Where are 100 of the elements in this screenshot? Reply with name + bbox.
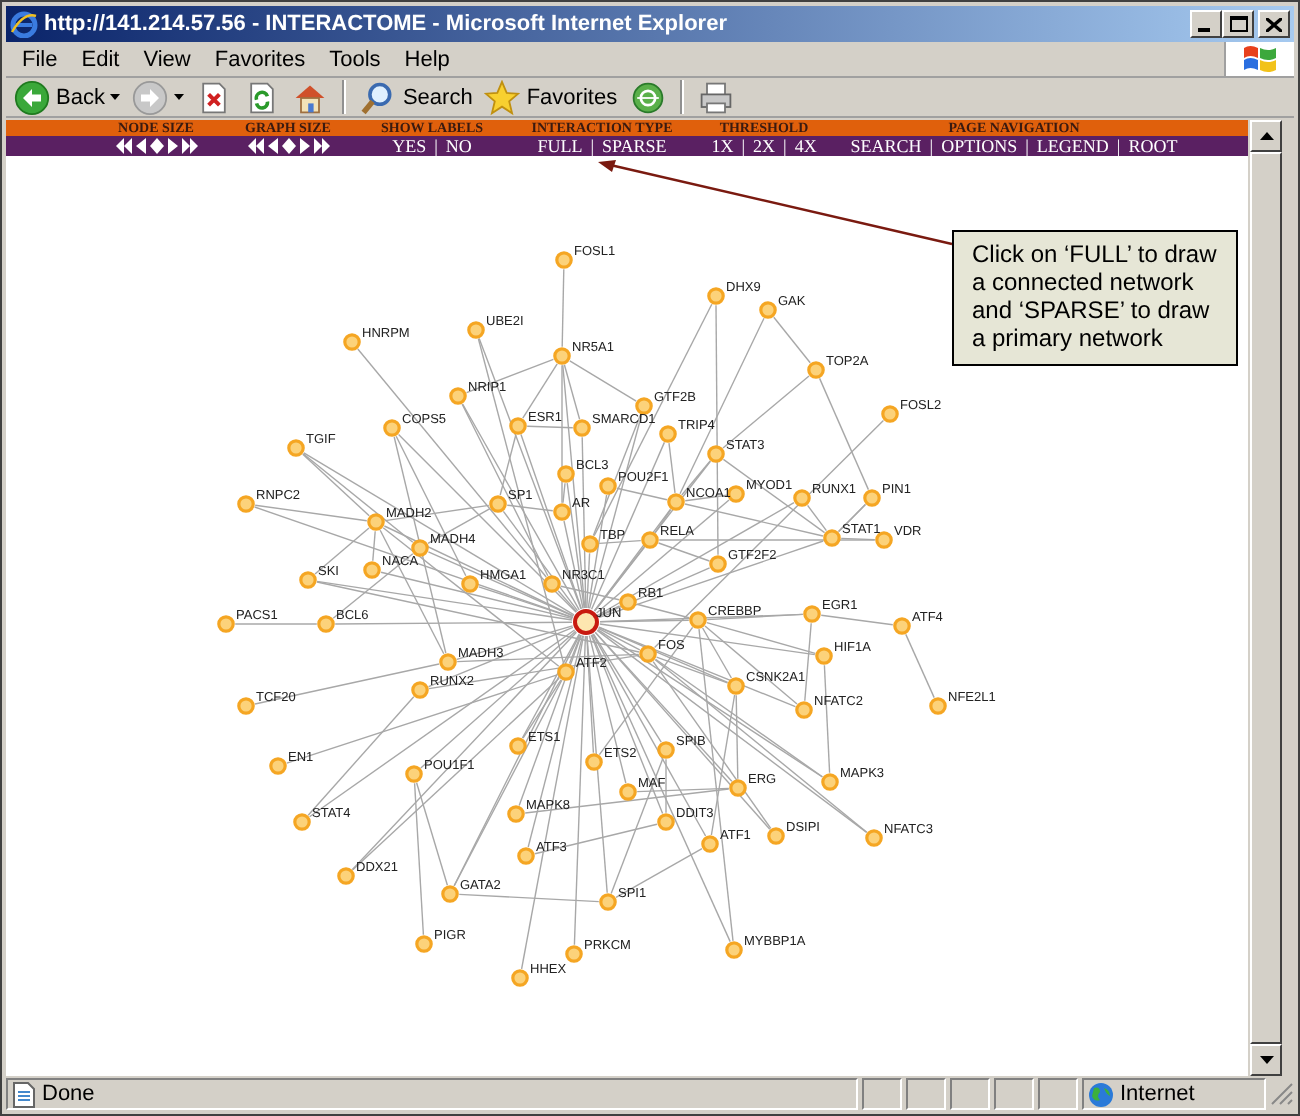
nav-link[interactable]: 4X: [794, 136, 817, 156]
network-node[interactable]: [707, 287, 725, 305]
network-node[interactable]: [639, 645, 657, 663]
network-node[interactable]: [875, 531, 893, 549]
network-node[interactable]: [553, 503, 571, 521]
network-node[interactable]: [405, 765, 423, 783]
network-node[interactable]: [269, 757, 287, 775]
nav-link[interactable]: SEARCH: [850, 136, 922, 156]
network-node[interactable]: [893, 617, 911, 635]
network-node[interactable]: [581, 535, 599, 553]
network-node[interactable]: [363, 561, 381, 579]
network-node[interactable]: [881, 405, 899, 423]
menu-item[interactable]: Favorites: [202, 47, 318, 71]
nav-link[interactable]: FULL: [537, 136, 583, 156]
menu-item[interactable]: Tools: [317, 47, 393, 71]
network-node[interactable]: [511, 969, 529, 987]
nav-link[interactable]: 1X: [711, 136, 734, 156]
network-node[interactable]: [507, 805, 525, 823]
network-node[interactable]: [543, 575, 561, 593]
double-right-arrow-icon[interactable]: [313, 138, 329, 154]
nav-link[interactable]: 2X: [753, 136, 775, 156]
forward-button[interactable]: [128, 78, 189, 116]
network-node[interactable]: [795, 701, 813, 719]
nav-link[interactable]: LEGEND: [1036, 136, 1109, 156]
right-arrow-icon[interactable]: [167, 138, 177, 154]
network-node[interactable]: [803, 605, 821, 623]
network-node[interactable]: [467, 321, 485, 339]
network-node[interactable]: [287, 439, 305, 457]
network-node[interactable]: [553, 347, 571, 365]
network-node[interactable]: [807, 361, 825, 379]
nav-link[interactable]: OPTIONS: [941, 136, 1018, 156]
network-node[interactable]: [635, 397, 653, 415]
nav-link[interactable]: NO: [445, 136, 472, 156]
network-node[interactable]: [317, 615, 335, 633]
nav-link[interactable]: YES: [392, 136, 427, 156]
right-arrow-icon[interactable]: [299, 138, 309, 154]
double-right-arrow-icon[interactable]: [181, 138, 197, 154]
network-node[interactable]: [337, 867, 355, 885]
network-node[interactable]: [461, 575, 479, 593]
menu-item[interactable]: Help: [392, 47, 462, 71]
back-button[interactable]: Back: [10, 78, 125, 116]
scroll-up-button[interactable]: [1250, 120, 1282, 152]
minimize-button[interactable]: [1190, 10, 1222, 38]
network-node[interactable]: [489, 495, 507, 513]
network-node[interactable]: [585, 753, 603, 771]
network-node[interactable]: [509, 417, 527, 435]
network-node[interactable]: [641, 531, 659, 549]
nav-link[interactable]: SPARSE: [602, 136, 667, 156]
menu-item[interactable]: View: [131, 47, 203, 71]
network-node[interactable]: [383, 419, 401, 437]
left-arrow-icon[interactable]: [135, 138, 145, 154]
network-node[interactable]: [729, 779, 747, 797]
network-node[interactable]: [821, 773, 839, 791]
network-node[interactable]: [709, 555, 727, 573]
network-node[interactable]: [707, 445, 725, 463]
network-node[interactable]: [865, 829, 883, 847]
network-node[interactable]: [863, 489, 881, 507]
hub-node[interactable]: [573, 609, 599, 635]
network-node[interactable]: [725, 941, 743, 959]
resize-grip-icon[interactable]: [1270, 1082, 1294, 1106]
network-node[interactable]: [929, 697, 947, 715]
network-node[interactable]: [411, 681, 429, 699]
network-node[interactable]: [823, 529, 841, 547]
double-left-arrow-icon[interactable]: [247, 138, 263, 154]
network-node[interactable]: [767, 827, 785, 845]
network-node[interactable]: [727, 485, 745, 503]
network-node[interactable]: [565, 945, 583, 963]
network-node[interactable]: [237, 697, 255, 715]
network-node[interactable]: [449, 387, 467, 405]
network-node[interactable]: [599, 477, 617, 495]
nav-link[interactable]: ROOT: [1128, 136, 1178, 156]
network-node[interactable]: [557, 465, 575, 483]
network-node[interactable]: [293, 813, 311, 831]
network-node[interactable]: [573, 419, 591, 437]
network-node[interactable]: [759, 301, 777, 319]
network-node[interactable]: [441, 885, 459, 903]
diamond-icon[interactable]: [149, 138, 163, 154]
network-node[interactable]: [657, 741, 675, 759]
menu-item[interactable]: Edit: [69, 47, 132, 71]
network-node[interactable]: [343, 333, 361, 351]
network-node[interactable]: [557, 663, 575, 681]
network-node[interactable]: [793, 489, 811, 507]
network-node[interactable]: [659, 425, 677, 443]
network-node[interactable]: [517, 847, 535, 865]
network-node[interactable]: [217, 615, 235, 633]
network-node[interactable]: [657, 813, 675, 831]
maximize-button[interactable]: [1222, 10, 1254, 38]
network-node[interactable]: [555, 251, 573, 269]
network-node[interactable]: [619, 593, 637, 611]
network-node[interactable]: [599, 893, 617, 911]
network-node[interactable]: [815, 647, 833, 665]
network-node[interactable]: [689, 611, 707, 629]
favorites-button[interactable]: Favorites: [480, 78, 622, 116]
network-node[interactable]: [415, 935, 433, 953]
scroll-down-button[interactable]: [1250, 1044, 1282, 1076]
network-node[interactable]: [237, 495, 255, 513]
network-node[interactable]: [509, 737, 527, 755]
network-node[interactable]: [701, 835, 719, 853]
menu-item[interactable]: File: [10, 47, 70, 71]
diamond-icon[interactable]: [281, 138, 295, 154]
